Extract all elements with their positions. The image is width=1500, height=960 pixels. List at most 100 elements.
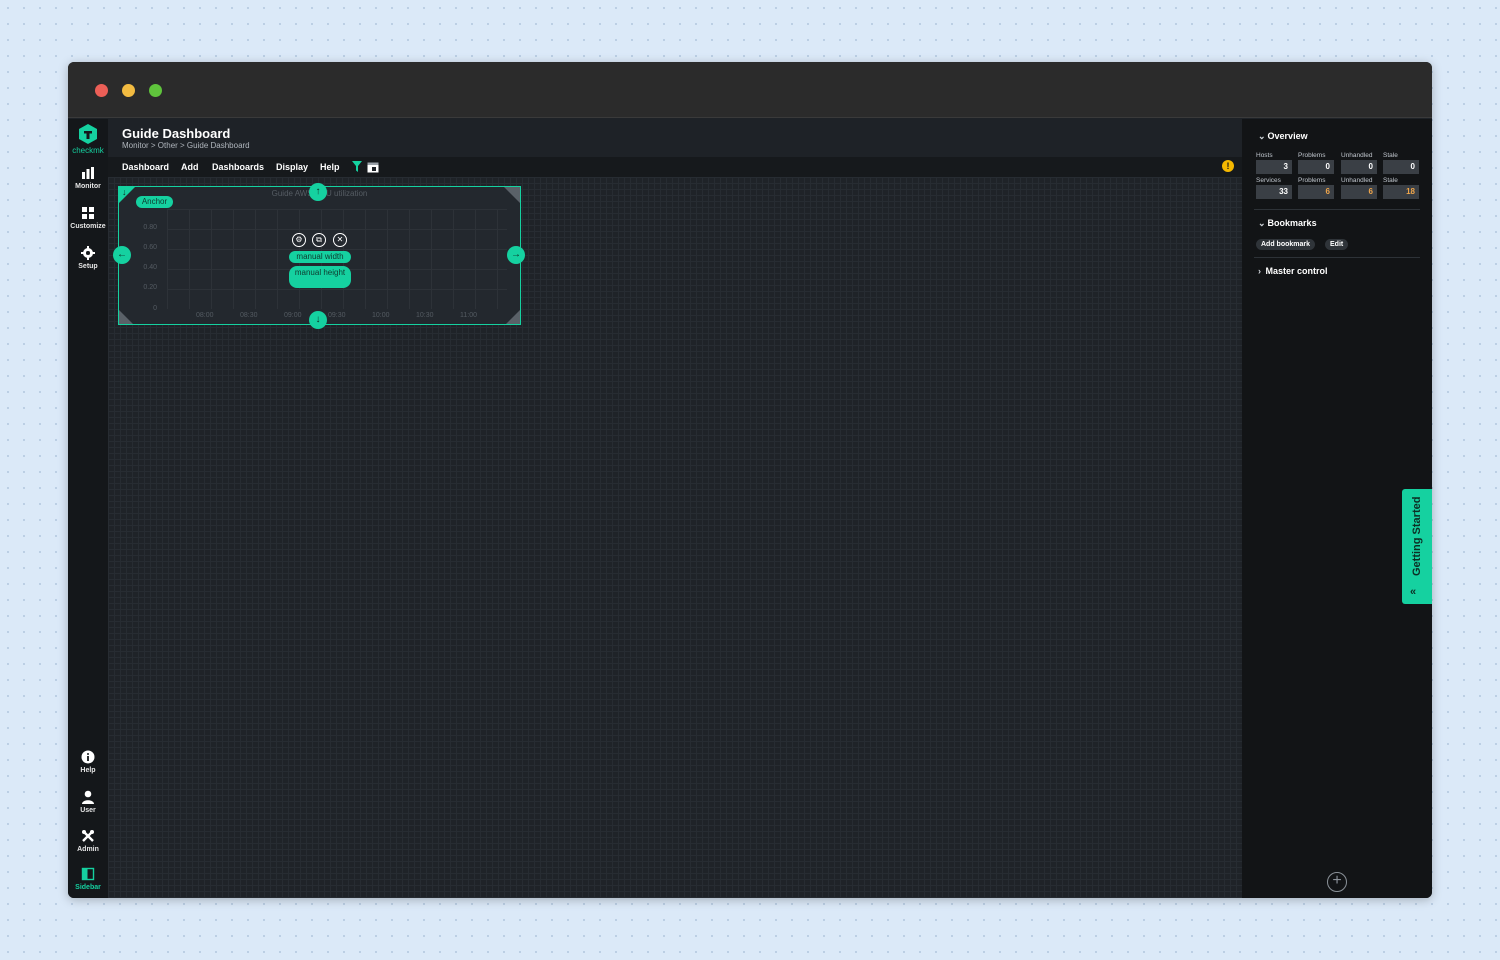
menu-dashboard[interactable]: Dashboard — [122, 162, 169, 172]
x-tick: 11:00 — [460, 312, 477, 319]
checkmk-logo[interactable]: checkmk — [68, 123, 108, 155]
page-title: Guide Dashboard — [122, 126, 231, 141]
nav-user-label: User — [80, 807, 96, 814]
anchor-badge[interactable]: Anchor — [136, 196, 173, 208]
resize-top-handle[interactable]: ↑ — [309, 183, 327, 201]
maximize-window-button[interactable] — [149, 84, 162, 97]
nav-setup[interactable]: Setup — [68, 245, 108, 270]
nav-setup-label: Setup — [78, 263, 98, 270]
services-unhandled[interactable]: 6 — [1341, 185, 1377, 199]
logo-text: checkmk — [72, 146, 104, 155]
page-menu-bar: Dashboard Add Dashboards Display Help ! — [108, 157, 1242, 177]
nav-sidebar-label: Sidebar — [75, 884, 101, 891]
edit-bookmarks-button[interactable]: Edit — [1325, 239, 1349, 250]
resize-right-handle[interactable]: → — [507, 246, 525, 264]
resize-bottom-handle[interactable]: ↓ — [309, 311, 327, 329]
hosts-stale[interactable]: 0 — [1383, 160, 1419, 174]
double-chevron-left-icon: « — [1410, 586, 1417, 598]
master-control-snapin-header[interactable]: › Master control — [1258, 266, 1328, 276]
sidebar-divider — [1254, 257, 1420, 258]
anchor-arrow-icon: ↓ — [122, 187, 127, 197]
menu-dashboards[interactable]: Dashboards — [212, 162, 264, 172]
hosts-problems[interactable]: 0 — [1298, 160, 1334, 174]
sidebar-divider — [1254, 209, 1420, 210]
bookmarks-snapin-header[interactable]: ⌄ Bookmarks — [1258, 218, 1317, 229]
y-tick: 0.60 — [143, 244, 157, 251]
settings-icon[interactable]: ⚙ — [292, 233, 306, 247]
hosts-unhandled[interactable]: 0 — [1341, 160, 1377, 174]
anchor-corner-bottom-right[interactable] — [506, 310, 520, 324]
x-tick: 08:00 — [196, 312, 214, 319]
services-problems-label: Problems — [1298, 177, 1326, 184]
hosts-label: Hosts — [1256, 152, 1273, 159]
nav-monitor-label: Monitor — [75, 183, 101, 190]
minimize-window-button[interactable] — [122, 84, 135, 97]
filter-icon[interactable] — [352, 161, 362, 172]
x-tick: 09:00 — [284, 312, 302, 319]
getting-started-label: Getting Started — [1411, 496, 1423, 576]
gear-icon — [81, 246, 95, 260]
nav-customize[interactable]: Customize — [68, 205, 108, 230]
hosts-total[interactable]: 3 — [1256, 160, 1292, 174]
nav-sidebar[interactable]: Sidebar — [68, 866, 108, 891]
x-tick: 09:30 — [328, 312, 346, 319]
resize-left-handle[interactable]: ← — [113, 246, 131, 264]
calendar-icon[interactable] — [367, 161, 379, 173]
dashboard-canvas[interactable]: Guide AWS CPU utilization 0.80 0.60 0.40… — [108, 177, 1242, 898]
clone-icon[interactable]: ⧉ — [312, 233, 326, 247]
x-tick: 08:30 — [240, 312, 258, 319]
browser-window: checkmk Monitor Customize Setup Help Use… — [68, 62, 1432, 898]
y-tick: 0.80 — [143, 224, 157, 231]
services-stale-label: Stale — [1383, 177, 1398, 184]
x-tick: 10:30 — [416, 312, 434, 319]
delete-icon[interactable]: ✕ — [333, 233, 347, 247]
master-control-title: Master control — [1265, 266, 1328, 276]
nav-help[interactable]: Help — [68, 749, 108, 774]
manual-width-badge[interactable]: manual width — [289, 251, 351, 263]
x-tick: 10:00 — [372, 312, 390, 319]
main-navigation: checkmk Monitor Customize Setup Help Use… — [68, 119, 108, 898]
sidebar-toggle-icon — [81, 867, 95, 881]
nav-admin-label: Admin — [77, 846, 99, 853]
hosts-stale-label: Stale — [1383, 152, 1398, 159]
graph-dashlet[interactable]: Guide AWS CPU utilization 0.80 0.60 0.40… — [113, 183, 525, 329]
chevron-right-icon: › — [1258, 266, 1261, 276]
bar-chart-icon — [82, 167, 94, 179]
main-content: Guide Dashboard Monitor > Other > Guide … — [108, 119, 1242, 898]
y-tick: 0.20 — [143, 284, 157, 291]
chevron-down-icon: ⌄ — [1258, 218, 1266, 228]
services-stale[interactable]: 18 — [1383, 185, 1419, 199]
nav-user[interactable]: User — [68, 789, 108, 814]
y-tick: 0.40 — [143, 264, 157, 271]
getting-started-tab[interactable]: Getting Started « — [1402, 489, 1432, 604]
breadcrumb[interactable]: Monitor > Other > Guide Dashboard — [122, 141, 250, 150]
menu-help[interactable]: Help — [320, 162, 340, 172]
tools-icon — [82, 830, 94, 842]
services-label: Services — [1256, 177, 1281, 184]
close-window-button[interactable] — [95, 84, 108, 97]
bookmarks-title: Bookmarks — [1267, 218, 1317, 228]
hosts-unhandled-label: Unhandled — [1341, 152, 1373, 159]
services-unhandled-label: Unhandled — [1341, 177, 1373, 184]
chevron-down-icon: ⌄ — [1258, 131, 1266, 141]
nav-admin[interactable]: Admin — [68, 828, 108, 853]
anchor-corner-bottom-left[interactable] — [119, 310, 133, 324]
manual-height-badge[interactable]: manual height — [289, 266, 351, 288]
services-problems[interactable]: 6 — [1298, 185, 1334, 199]
nav-help-label: Help — [80, 767, 96, 774]
user-icon — [82, 790, 94, 804]
menu-add[interactable]: Add — [181, 162, 199, 172]
nav-customize-label: Customize — [70, 223, 106, 230]
anchor-corner-top-right[interactable] — [504, 187, 520, 203]
menu-display[interactable]: Display — [276, 162, 308, 172]
window-titlebar — [68, 62, 1432, 118]
add-bookmark-button[interactable]: Add bookmark — [1256, 239, 1316, 250]
nav-monitor[interactable]: Monitor — [68, 165, 108, 190]
add-snapin-button[interactable]: + — [1327, 872, 1347, 892]
hosts-problems-label: Problems — [1298, 152, 1326, 159]
services-total[interactable]: 33 — [1256, 185, 1292, 199]
overview-snapin-header[interactable]: ⌄ Overview — [1258, 131, 1308, 142]
checkmk-logo-icon — [79, 124, 97, 144]
info-icon — [81, 750, 95, 764]
warning-icon[interactable]: ! — [1222, 160, 1234, 172]
